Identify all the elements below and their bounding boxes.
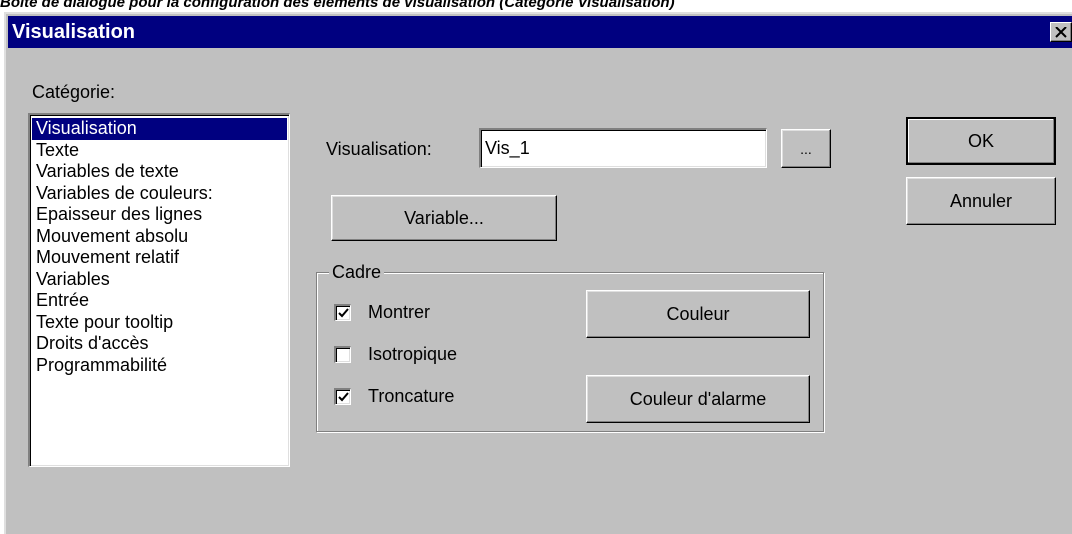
visualisation-input[interactable]: Vis_1	[479, 128, 767, 168]
show-label[interactable]: Montrer	[368, 302, 430, 322]
list-item-programmabilite[interactable]: Programmabilité	[32, 355, 287, 377]
check-icon	[337, 308, 349, 318]
color-button[interactable]: Couleur	[586, 290, 810, 338]
variable-button[interactable]: Variable...	[331, 195, 557, 241]
category-listbox[interactable]: Visualisation Texte Variables de texte V…	[28, 113, 290, 467]
isotropic-label[interactable]: Isotropique	[368, 344, 457, 364]
browse-button[interactable]: ...	[781, 129, 831, 168]
list-item-mouvement-absolu[interactable]: Mouvement absolu	[32, 226, 287, 248]
title-bar[interactable]: Visualisation	[8, 16, 1072, 48]
category-label: Catégorie:	[32, 82, 116, 102]
clip-label[interactable]: Troncature	[368, 386, 454, 406]
list-item-texte-pour-tooltip[interactable]: Texte pour tooltip	[32, 312, 287, 334]
list-item-variables[interactable]: Variables	[32, 269, 287, 291]
ok-button[interactable]: OK	[906, 117, 1056, 165]
list-item-epaisseur-des-lignes[interactable]: Epaisseur des lignes	[32, 204, 287, 226]
list-item-mouvement-relatif[interactable]: Mouvement relatif	[32, 247, 287, 269]
isotropic-checkbox[interactable]	[334, 346, 351, 363]
clip-checkbox[interactable]	[334, 388, 351, 405]
close-icon	[1055, 26, 1067, 38]
list-item-variables-de-couleurs[interactable]: Variables de couleurs:	[32, 183, 287, 205]
alarm-color-button[interactable]: Couleur d'alarme	[586, 375, 810, 423]
list-item-visualisation[interactable]: Visualisation	[32, 118, 287, 140]
list-item-variables-de-texte[interactable]: Variables de texte	[32, 161, 287, 183]
close-button[interactable]	[1050, 22, 1072, 42]
check-icon	[337, 392, 349, 402]
figure-caption: Boîte de dialogue pour la configuration …	[0, 0, 675, 11]
cancel-button[interactable]: Annuler	[906, 177, 1056, 225]
show-checkbox[interactable]	[334, 304, 351, 321]
cadre-legend: Cadre	[329, 262, 385, 282]
list-item-texte[interactable]: Texte	[32, 140, 287, 162]
dialog-title: Visualisation	[12, 21, 136, 43]
visualisation-label: Visualisation:	[326, 139, 432, 159]
list-item-droits-d-acces[interactable]: Droits d'accès	[32, 333, 287, 355]
list-item-entree[interactable]: Entrée	[32, 290, 287, 312]
